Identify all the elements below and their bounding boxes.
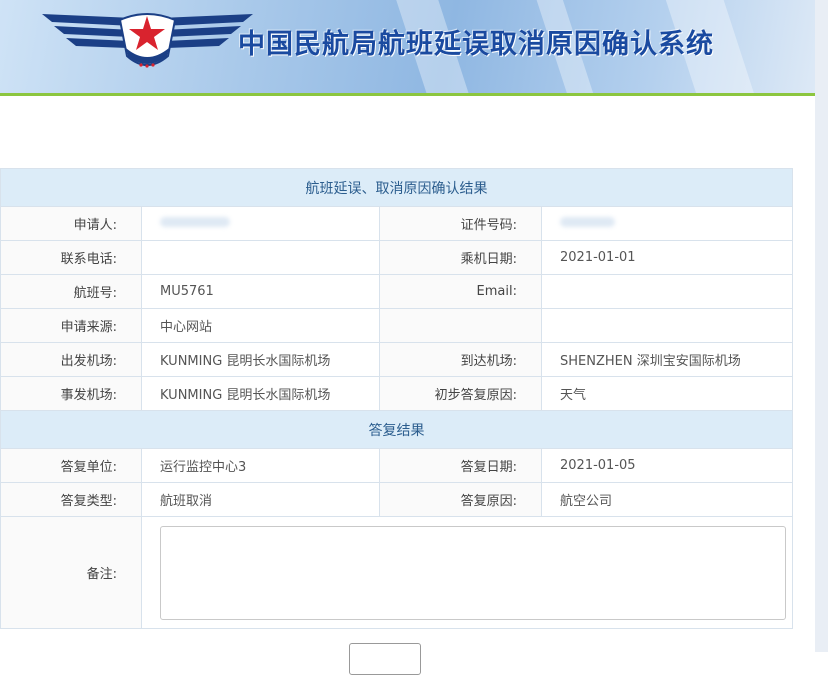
- system-title: 中国民航局航班延误取消原因确认系统: [238, 29, 714, 60]
- reply-reason-value: 航空公司: [541, 482, 793, 517]
- reply-type-value: 航班取消: [141, 482, 380, 517]
- incident-airport-label: 事发机场:: [0, 376, 142, 411]
- reply-unit-label: 答复单位:: [0, 448, 142, 483]
- phone-label: 联系电话:: [0, 240, 142, 275]
- redacted-mask: [560, 217, 615, 227]
- initial-reason-label: 初步答复原因:: [379, 376, 542, 411]
- section-title: 答复结果: [0, 410, 793, 449]
- reply-date-label: 答复日期:: [379, 448, 542, 483]
- redacted-mask: [160, 217, 230, 227]
- flight-number-value: MU5761: [141, 274, 380, 309]
- flight-number-label: 航班号:: [0, 274, 142, 309]
- remark-textarea[interactable]: [160, 525, 786, 620]
- table-row: 联系电话: 乘机日期: 2021-01-01: [0, 240, 793, 275]
- id-number-label: 证件号码:: [379, 206, 542, 241]
- table-row: 备注:: [0, 516, 793, 629]
- initial-reason-value: 天气: [541, 376, 793, 411]
- source-label: 申请来源:: [0, 308, 142, 343]
- section-header-confirm-result: 航班延误、取消原因确认结果: [0, 168, 793, 207]
- reply-type-label: 答复类型:: [0, 482, 142, 517]
- source-value: 中心网站: [141, 308, 380, 343]
- applicant-value: [141, 206, 380, 241]
- empty-cell: [541, 308, 793, 343]
- page-scroll-gutter: [815, 0, 828, 652]
- reply-unit-value: 运行监控中心3: [141, 448, 380, 483]
- table-row: 答复类型: 航班取消 答复原因: 航空公司: [0, 482, 793, 517]
- caac-logo-icon: [42, 13, 253, 68]
- table-row: 出发机场: KUNMING 昆明长水国际机场 到达机场: SHENZHEN 深圳…: [0, 342, 793, 377]
- result-table: 航班延误、取消原因确认结果 申请人: 证件号码: 联系电话: 乘机日期: 202…: [0, 168, 793, 629]
- table-row: 航班号: MU5761 Email:: [0, 274, 793, 309]
- arrival-airport-value: SHENZHEN 深圳宝安国际机场: [541, 342, 793, 377]
- remark-cell: [141, 516, 793, 629]
- reply-date-value: 2021-01-05: [541, 448, 793, 483]
- table-row: 事发机场: KUNMING 昆明长水国际机场 初步答复原因: 天气: [0, 376, 793, 411]
- flight-date-value: 2021-01-01: [541, 240, 793, 275]
- header-accent-line: [0, 93, 815, 96]
- reply-reason-label: 答复原因:: [379, 482, 542, 517]
- empty-cell: [379, 308, 542, 343]
- header-banner: 中国民航局航班延误取消原因确认系统: [0, 0, 815, 93]
- section-header-reply-result: 答复结果: [0, 410, 793, 449]
- email-label: Email:: [379, 274, 542, 309]
- arrival-airport-label: 到达机场:: [379, 342, 542, 377]
- id-number-value: [541, 206, 793, 241]
- section-title: 航班延误、取消原因确认结果: [0, 168, 793, 207]
- bottom-button[interactable]: [349, 643, 421, 675]
- email-value: [541, 274, 793, 309]
- phone-value: [141, 240, 380, 275]
- departure-airport-value: KUNMING 昆明长水国际机场: [141, 342, 380, 377]
- incident-airport-value: KUNMING 昆明长水国际机场: [141, 376, 380, 411]
- departure-airport-label: 出发机场:: [0, 342, 142, 377]
- table-row: 答复单位: 运行监控中心3 答复日期: 2021-01-05: [0, 448, 793, 483]
- applicant-label: 申请人:: [0, 206, 142, 241]
- table-row: 申请来源: 中心网站: [0, 308, 793, 343]
- remark-label: 备注:: [0, 516, 142, 629]
- table-row: 申请人: 证件号码:: [0, 206, 793, 241]
- flight-date-label: 乘机日期:: [379, 240, 542, 275]
